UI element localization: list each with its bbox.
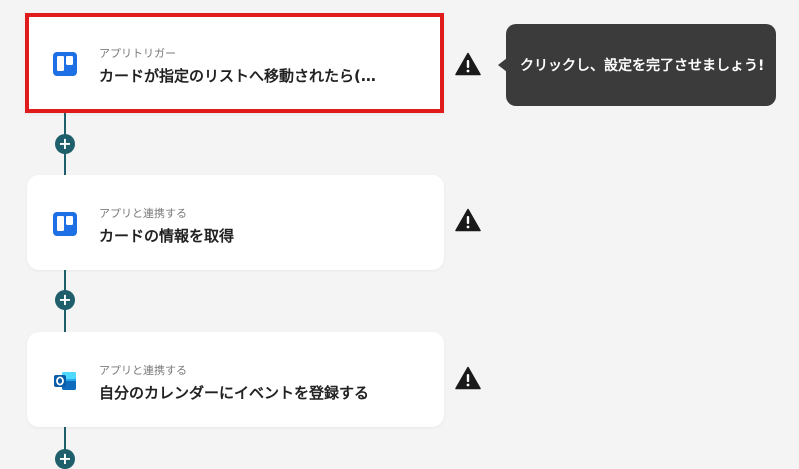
- step-card-register-calendar-event[interactable]: アプリと連携する 自分のカレンダーにイベントを登録する: [27, 332, 444, 427]
- add-step-button[interactable]: +: [55, 290, 75, 310]
- step-title: カードが指定のリストへ移動されたら(…: [99, 67, 376, 85]
- step-type-label: アプリと連携する: [99, 207, 187, 220]
- add-step-button[interactable]: +: [55, 449, 75, 469]
- warning-icon: [455, 366, 481, 390]
- warning-icon: [455, 52, 481, 76]
- trello-icon: [53, 212, 77, 236]
- add-step-button[interactable]: +: [55, 134, 75, 154]
- setup-hint-tooltip: クリックし、設定を完了させましょう!: [506, 24, 776, 106]
- step-type-label: アプリと連携する: [99, 364, 187, 377]
- step-title: 自分のカレンダーにイベントを登録する: [99, 384, 370, 402]
- warning-icon: [455, 208, 481, 232]
- step-card-get-card-info[interactable]: アプリと連携する カードの情報を取得: [27, 175, 444, 270]
- trello-icon: [53, 52, 77, 76]
- step-title: カードの情報を取得: [99, 227, 235, 245]
- step-card-trigger[interactable]: アプリトリガー カードが指定のリストへ移動されたら(…: [25, 13, 444, 113]
- outlook-icon: [54, 372, 76, 390]
- step-type-label: アプリトリガー: [99, 47, 176, 60]
- tooltip-text: クリックし、設定を完了させましょう!: [520, 58, 765, 74]
